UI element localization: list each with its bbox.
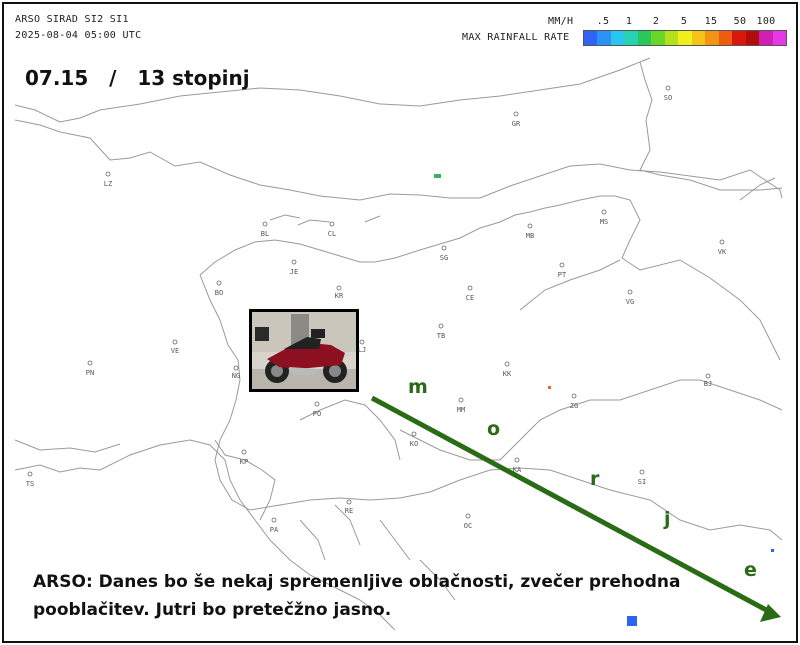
scale-tick-label: 2 [652,16,660,27]
scale-swatch [584,31,598,45]
scale-swatch [732,31,746,45]
scale-swatch [624,31,638,45]
scale-swatch [678,31,692,45]
arrow-letter-r: r [590,468,600,490]
arrow-letter-o: o [487,418,501,440]
scale-swatch [759,31,773,45]
scale-tick-label: 15 [704,16,718,27]
timestamp: 2025-08-04 05:00 UTC [15,30,142,41]
scale-tick-label: .5 [596,16,610,27]
scale-tick-label: 50 [733,16,747,27]
forecast-text: ARSO: Danes bo še nekaj spremenljive obl… [33,572,681,620]
scale-swatch [705,31,719,45]
radar-screen: SO GR LZ MS BL CL MB VK JE SG PT BO KR CE VG LJ TB VE PN NG… [0,0,800,645]
separator: / [109,66,117,90]
scale-tick-label: 100 [756,16,776,27]
scale-swatch [745,31,760,45]
map-frame [2,2,798,643]
rate-label: MAX RAINFALL RATE [462,32,570,43]
arrow-letter-e: e [744,559,757,581]
scale-tick-label: 5 [680,16,688,27]
scale-swatch [772,31,787,45]
time-temperature: 07.15 / 13 stopinj [25,66,250,90]
temperature-value: 13 stopinj [137,66,250,90]
scale-swatch [691,31,706,45]
scale-tick-label: 1 [625,16,633,27]
scale-swatch [637,31,652,45]
scale-swatch [651,31,665,45]
motorcycle-photo [249,309,359,392]
scale-swatch [718,31,733,45]
scale-swatch [664,31,679,45]
time-value: 07.15 [25,66,89,90]
arrow-letter-j: j [664,508,671,530]
product-title: ARSO SIRAD SI2 SI1 [15,14,129,25]
unit-label: MM/H [548,16,574,27]
arrow-letter-m: m [408,376,428,398]
rainfall-scale [583,30,787,46]
scale-ticks: .5 1 2 5 15 50 100 [590,16,786,28]
scale-swatch [597,31,611,45]
scale-swatch [610,31,625,45]
